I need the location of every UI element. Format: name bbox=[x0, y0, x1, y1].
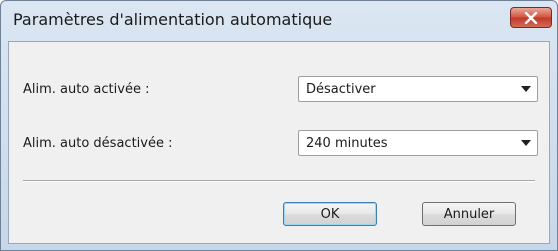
auto-power-off-label: Alim. auto désactivée : bbox=[23, 136, 173, 151]
auto-power-off-select[interactable]: 240 minutes bbox=[298, 130, 538, 156]
close-button[interactable] bbox=[510, 7, 552, 28]
auto-power-on-label: Alim. auto activée : bbox=[23, 82, 150, 97]
ok-button[interactable]: OK bbox=[283, 202, 377, 226]
power-settings-dialog: Paramètres d'alimentation automatique Al… bbox=[0, 0, 558, 251]
cancel-button[interactable]: Annuler bbox=[422, 202, 516, 226]
dialog-title: Paramètres d'alimentation automatique bbox=[13, 10, 333, 29]
dropdown-arrow-icon bbox=[521, 86, 531, 92]
separator bbox=[23, 180, 535, 182]
auto-power-off-value: 240 minutes bbox=[306, 136, 388, 151]
auto-power-on-value: Désactiver bbox=[306, 82, 376, 97]
dropdown-arrow-icon bbox=[521, 140, 531, 146]
dialog-body: Alim. auto activée : Désactiver Alim. au… bbox=[8, 41, 550, 244]
close-icon bbox=[524, 11, 538, 24]
auto-power-on-select[interactable]: Désactiver bbox=[298, 76, 538, 102]
title-bar[interactable]: Paramètres d'alimentation automatique bbox=[1, 1, 557, 41]
